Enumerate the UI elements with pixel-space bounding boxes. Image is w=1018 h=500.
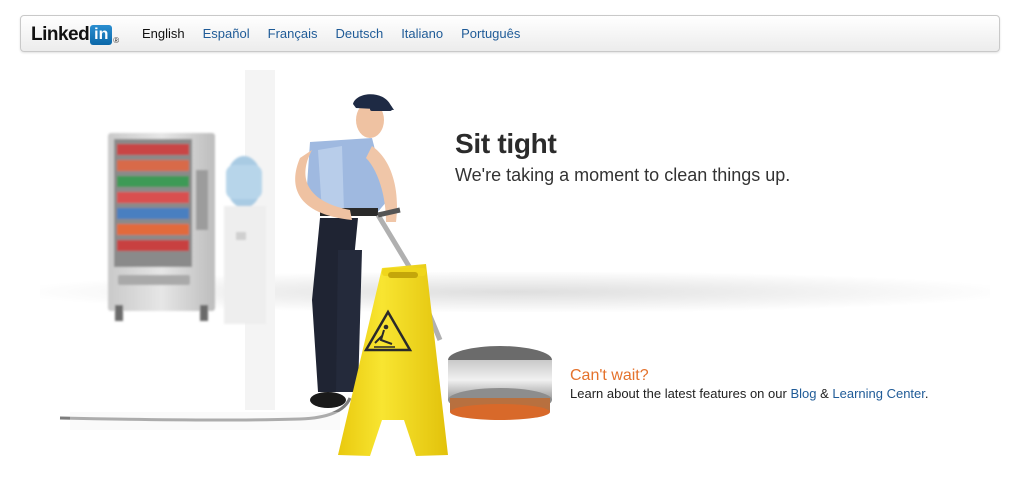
learn-text-after: . xyxy=(924,386,929,401)
cant-wait-heading: Can't wait? xyxy=(570,367,649,384)
learn-text-before: Learn about the latest features on our xyxy=(570,386,791,401)
water-cooler-illustration xyxy=(224,156,266,324)
floor-buffer-illustration xyxy=(448,346,552,420)
learn-connector: & xyxy=(816,386,833,401)
learn-more-text: Learn about the latest features on our B… xyxy=(570,386,929,401)
vending-machine-illustration xyxy=(108,133,215,321)
page-headline: Sit tight xyxy=(455,128,557,159)
maintenance-illustration xyxy=(59,70,552,456)
page-subline: We're taking a moment to clean things up… xyxy=(455,165,791,185)
learning-center-link[interactable]: Learning Center xyxy=(832,386,925,401)
blog-link[interactable]: Blog xyxy=(790,386,816,401)
